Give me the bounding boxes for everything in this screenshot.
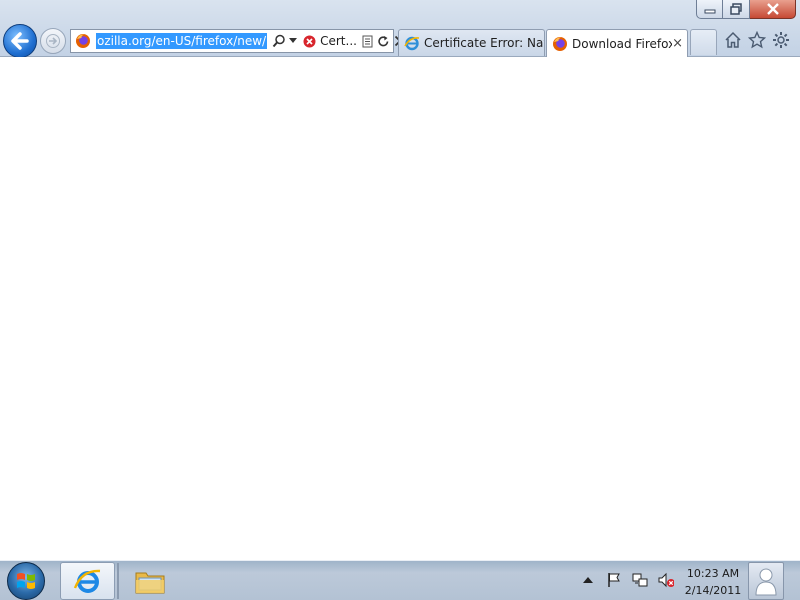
windows-logo-icon: [17, 573, 35, 589]
clock-time: 10:23 AM: [686, 567, 740, 580]
page-content[interactable]: [0, 57, 800, 560]
start-button[interactable]: [7, 562, 45, 600]
minimize-icon: [704, 9, 715, 14]
compatibility-view-icon: [362, 35, 373, 47]
favorites-button[interactable]: [748, 31, 766, 49]
windows-explorer-icon: [135, 572, 164, 594]
firefox-icon: [553, 36, 567, 51]
back-arrow-icon: [11, 32, 29, 50]
network-icon: [632, 573, 648, 587]
volume-muted-icon: [658, 572, 674, 588]
firefox-icon: [76, 34, 90, 48]
ie-page-icon: [404, 36, 420, 51]
refresh-icon: [378, 35, 389, 46]
minimize-button[interactable]: [696, 0, 723, 19]
tools-button[interactable]: [772, 31, 790, 49]
chevron-down-icon: [289, 38, 298, 43]
volume-button[interactable]: [658, 572, 674, 588]
tab-label: Certificate Error: Nav...: [424, 36, 544, 50]
flag-icon: [608, 573, 620, 587]
action-center-button[interactable]: [606, 572, 622, 588]
back-button[interactable]: [3, 24, 37, 58]
taskbar: [0, 560, 800, 600]
address-tools: Cert...: [272, 31, 406, 51]
internet-explorer-icon: [73, 569, 100, 593]
address-dropdown-button[interactable]: [289, 31, 298, 51]
taskbar-internet-explorer[interactable]: [60, 562, 115, 600]
tab-label: Download Firefox...: [572, 36, 672, 51]
new-tab-button[interactable]: [690, 29, 717, 55]
shield-error-icon: [303, 35, 316, 47]
restore-button[interactable]: [723, 0, 750, 19]
command-icons: [724, 31, 790, 49]
url-text[interactable]: ozilla.org/en-US/firefox/new/: [96, 33, 268, 49]
refresh-button[interactable]: [377, 31, 390, 51]
certificate-error-button[interactable]: Cert...: [303, 34, 357, 48]
show-hidden-icons-button[interactable]: [580, 572, 596, 588]
system-tray: [580, 572, 674, 588]
network-button[interactable]: [632, 572, 648, 588]
user-avatar-button[interactable]: [748, 562, 784, 600]
window-caption-buttons: [696, 0, 796, 20]
search-button[interactable]: [272, 31, 286, 51]
compatibility-view-button[interactable]: [362, 31, 373, 51]
close-tab-button[interactable]: ×: [672, 36, 683, 51]
forward-button[interactable]: [40, 28, 66, 54]
close-window-button[interactable]: [750, 0, 796, 19]
gear-icon: [773, 32, 789, 48]
tab-certificate-error[interactable]: Certificate Error: Nav...: [398, 29, 545, 56]
tab-download-firefox[interactable]: Download Firefox... ×: [546, 29, 688, 57]
taskbar-separator: [117, 563, 119, 599]
search-icon: [272, 34, 285, 48]
close-icon: [766, 3, 779, 15]
browser-window: ozilla.org/en-US/firefox/new/ Cert... Ce…: [0, 0, 800, 600]
taskbar-windows-explorer[interactable]: [122, 562, 177, 600]
certificate-error-label: Cert...: [320, 34, 357, 48]
star-icon: [748, 31, 766, 49]
user-icon: [755, 568, 777, 596]
chevron-up-icon: [583, 577, 593, 583]
home-button[interactable]: [724, 31, 742, 49]
restore-icon: [730, 3, 742, 15]
address-bar[interactable]: ozilla.org/en-US/firefox/new/ Cert...: [70, 29, 406, 53]
home-icon: [725, 31, 741, 48]
taskbar-clock[interactable]: 10:23 AM 2/14/2011: [684, 565, 742, 599]
browser-chrome: ozilla.org/en-US/firefox/new/ Cert... Ce…: [0, 0, 800, 58]
clock-date: 2/14/2011: [684, 584, 742, 597]
forward-arrow-icon: [46, 34, 60, 48]
